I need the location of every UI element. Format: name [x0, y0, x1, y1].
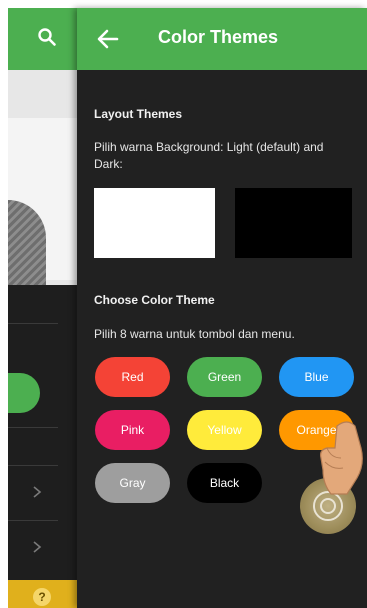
- chevron-right-icon[interactable]: [30, 485, 44, 499]
- list-divider: [8, 323, 58, 324]
- layout-themes-description: Pilih warna Background: Light (default) …: [94, 140, 324, 171]
- color-button-yellow[interactable]: Yellow: [187, 410, 262, 450]
- color-button-pink[interactable]: Pink: [95, 410, 170, 450]
- dark-theme-swatch[interactable]: [235, 188, 352, 258]
- layout-themes-heading: Layout Themes: [94, 107, 183, 121]
- color-button-blue[interactable]: Blue: [279, 357, 354, 397]
- color-theme-heading: Choose Color Theme: [94, 293, 215, 307]
- background-list: [8, 285, 77, 580]
- color-button-red[interactable]: Red: [95, 357, 170, 397]
- top-margin: [0, 0, 367, 8]
- color-button-black[interactable]: Black: [187, 463, 262, 503]
- help-icon[interactable]: ?: [33, 588, 51, 606]
- arrow-left-icon[interactable]: [95, 26, 121, 52]
- pointing-hand-icon: [317, 418, 365, 496]
- list-divider: [8, 427, 58, 428]
- list-divider: [8, 465, 58, 466]
- search-icon[interactable]: [37, 27, 57, 47]
- left-margin: [0, 0, 8, 608]
- light-theme-swatch[interactable]: [94, 188, 215, 258]
- color-button-gray[interactable]: Gray: [95, 463, 170, 503]
- chevron-right-icon[interactable]: [30, 540, 44, 554]
- page-title: Color Themes: [158, 27, 279, 47]
- drawer-appbar: Color Themes: [77, 8, 367, 70]
- background-green-button[interactable]: [8, 373, 40, 413]
- background-photo: [8, 70, 77, 285]
- list-divider: [8, 520, 58, 521]
- color-button-green[interactable]: Green: [187, 357, 262, 397]
- color-theme-description: Pilih 8 warna untuk tombol dan menu.: [94, 327, 295, 341]
